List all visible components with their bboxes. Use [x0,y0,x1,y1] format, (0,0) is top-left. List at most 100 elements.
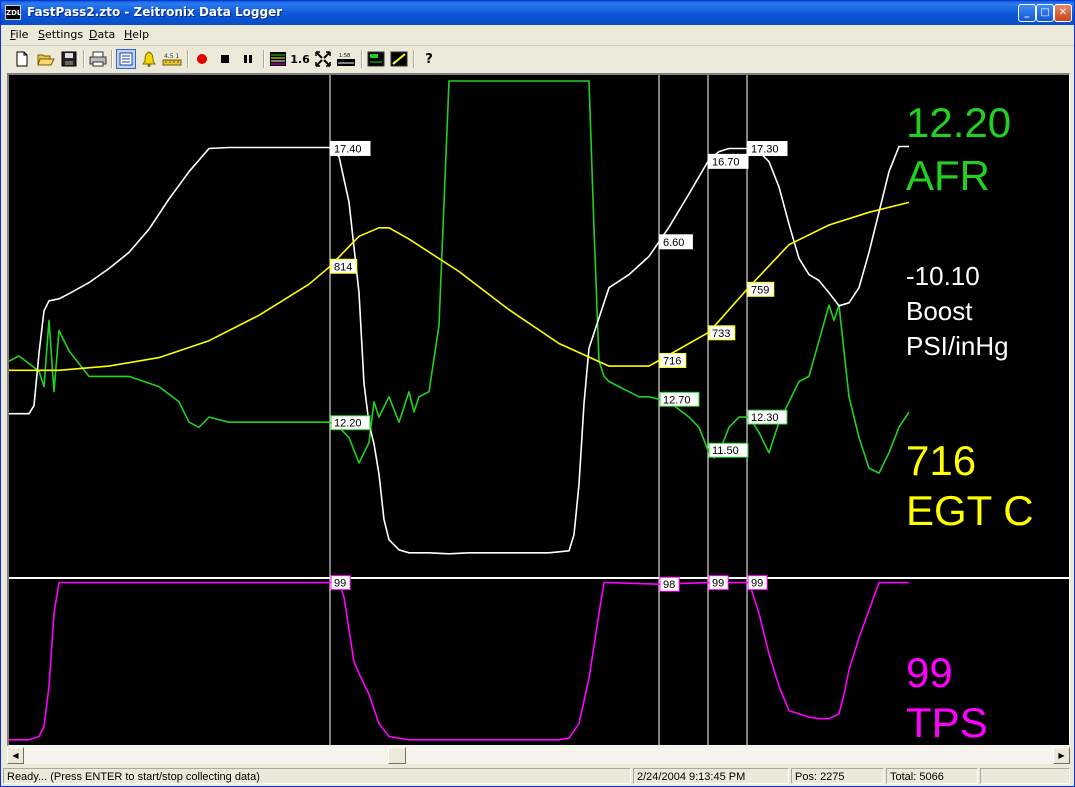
toolbar: 4.5 1 1.6 1:58 ? [1,46,1074,72]
maximize-button[interactable]: □ [1036,4,1054,22]
afr-value-readout: 12.20 [906,99,1011,146]
minimize-button[interactable]: _ [1018,4,1036,22]
cursor-4-tps-label: 99 [751,578,763,590]
scroll-left-button[interactable]: ◀ [7,747,24,764]
ruler-icon: 4.5 1 [162,53,182,66]
edit-chart-button[interactable] [389,49,409,69]
scale-1-6-button[interactable]: 1.6 [290,49,310,69]
toolbar-separator [263,50,265,68]
status-message: Ready... (Press ENTER to start/stop coll… [3,768,631,784]
export-button[interactable] [366,49,386,69]
menu-settings-label: ettings [44,28,84,41]
cursor-1-egt-label: 814 [334,261,352,273]
egt-label: EGT C [906,487,1034,534]
status-bar: Ready... (Press ENTER to start/stop coll… [1,766,1074,786]
zoom-fit-button[interactable] [313,49,333,69]
window-title: FastPass2.zto - Zeitronix Data Logger [27,5,283,19]
close-button[interactable]: ✕ [1054,4,1072,22]
toolbar-separator [413,50,415,68]
chart-area[interactable]: 12.20 17.40 814 99 12.70 6.60 716 98 11.50 16.70 7… [7,73,1070,746]
app-logo-icon: ZDL [5,5,21,20]
time-axis-button[interactable]: 1:58 [336,49,356,69]
print-icon [89,51,107,67]
help-button[interactable]: ? [419,49,439,69]
export-icon [367,51,385,67]
status-datetime: 2/24/2004 9:13:45 PM [633,768,789,784]
menu-file-label: ile [15,28,29,41]
menu-data[interactable]: Data [89,28,115,41]
open-button[interactable] [36,49,56,69]
scroll-left-icon: ◀ [12,751,19,760]
close-icon: ✕ [1058,7,1068,18]
minimize-icon: _ [1024,7,1030,18]
toolbar-separator [361,50,363,68]
svg-text:1:58: 1:58 [339,53,350,59]
boost-value-readout: -10.10 [906,261,980,291]
cursor-3-egt-label: 733 [712,328,730,340]
maximize-icon: □ [1040,7,1050,18]
scroll-thumb[interactable] [387,747,406,764]
record-icon [197,54,207,64]
print-button[interactable] [88,49,108,69]
cursor-1-boost-label: 17.40 [334,143,362,155]
channels-button[interactable] [268,49,288,69]
record-button[interactable] [192,49,212,69]
toolbar-separator [83,50,85,68]
save-disk-icon [61,51,77,67]
cursor-4-boost-label: 17.30 [751,144,779,156]
channels-icon [270,52,286,66]
cursor-3-afr-label: 11.50 [712,445,739,457]
menu-settings-accel: S [38,28,45,41]
scroll-right-icon: ▶ [1058,751,1065,760]
boost-unit-label: PSI/inHg [906,331,1009,361]
menu-help[interactable]: Help [124,28,149,41]
tps-value-readout: 99 [906,649,953,696]
cursor-3-boost-label: 16.70 [712,156,740,168]
alarm-button[interactable] [139,49,159,69]
pause-icon [244,55,252,63]
cursor-2-tps-label: 98 [663,579,675,591]
stop-icon [221,55,229,63]
stop-button[interactable] [215,49,235,69]
egt-value-readout: 716 [906,437,976,484]
ruler-button[interactable]: 4.5 1 [162,49,182,69]
horizontal-scrollbar[interactable]: ◀ ▶ [7,747,1070,764]
cursor-3-tps-label: 99 [712,578,724,590]
cursor-2-egt-label: 716 [663,355,681,367]
menu-data-label: ata [97,28,116,41]
help-icon: ? [425,51,433,67]
app-window: ZDL FastPass2.zto - Zeitronix Data Logge… [0,0,1075,787]
status-position: Pos: 2275 [791,768,884,784]
alarm-bell-icon [142,51,156,67]
tps-label: TPS [906,699,988,745]
boost-label: Boost [906,296,973,326]
cursor-4-afr-label: 12.30 [751,412,779,424]
toolbar-separator [111,50,113,68]
time-axis-icon: 1:58 [337,53,355,66]
page-view-icon [119,52,133,66]
scale-1-6-icon: 1.6 [290,52,310,66]
cursor-2-boost-label: 6.60 [663,237,684,249]
afr-label: AFR [906,152,990,199]
toolbar-separator [187,50,189,68]
open-folder-icon [37,54,55,66]
pause-button[interactable] [238,49,258,69]
menu-file[interactable]: File [10,28,28,41]
zoom-fit-icon [315,51,331,67]
cursor-2-afr-label: 12.70 [663,394,691,406]
status-total: Total: 5066 [886,768,978,784]
edit-chart-icon [390,51,408,67]
scroll-right-button[interactable]: ▶ [1053,747,1070,764]
menu-settings[interactable]: Settings [38,28,83,41]
page-view-button[interactable] [116,49,136,69]
title-bar[interactable]: ZDL FastPass2.zto - Zeitronix Data Logge… [1,1,1074,25]
cursor-1-afr-label: 12.20 [334,418,362,430]
cursor-1-tps-label: 99 [334,578,346,590]
data-log-chart[interactable]: 12.20 17.40 814 99 12.70 6.60 716 98 11.50 16.70 7… [9,75,1069,745]
menu-bar: File Settings Data Help [1,25,1074,46]
menu-help-label: elp [132,28,150,41]
svg-text:4.5 1: 4.5 1 [164,53,179,60]
new-file-button[interactable] [12,49,32,69]
save-button[interactable] [59,49,79,69]
status-extra-pane [980,768,1070,784]
